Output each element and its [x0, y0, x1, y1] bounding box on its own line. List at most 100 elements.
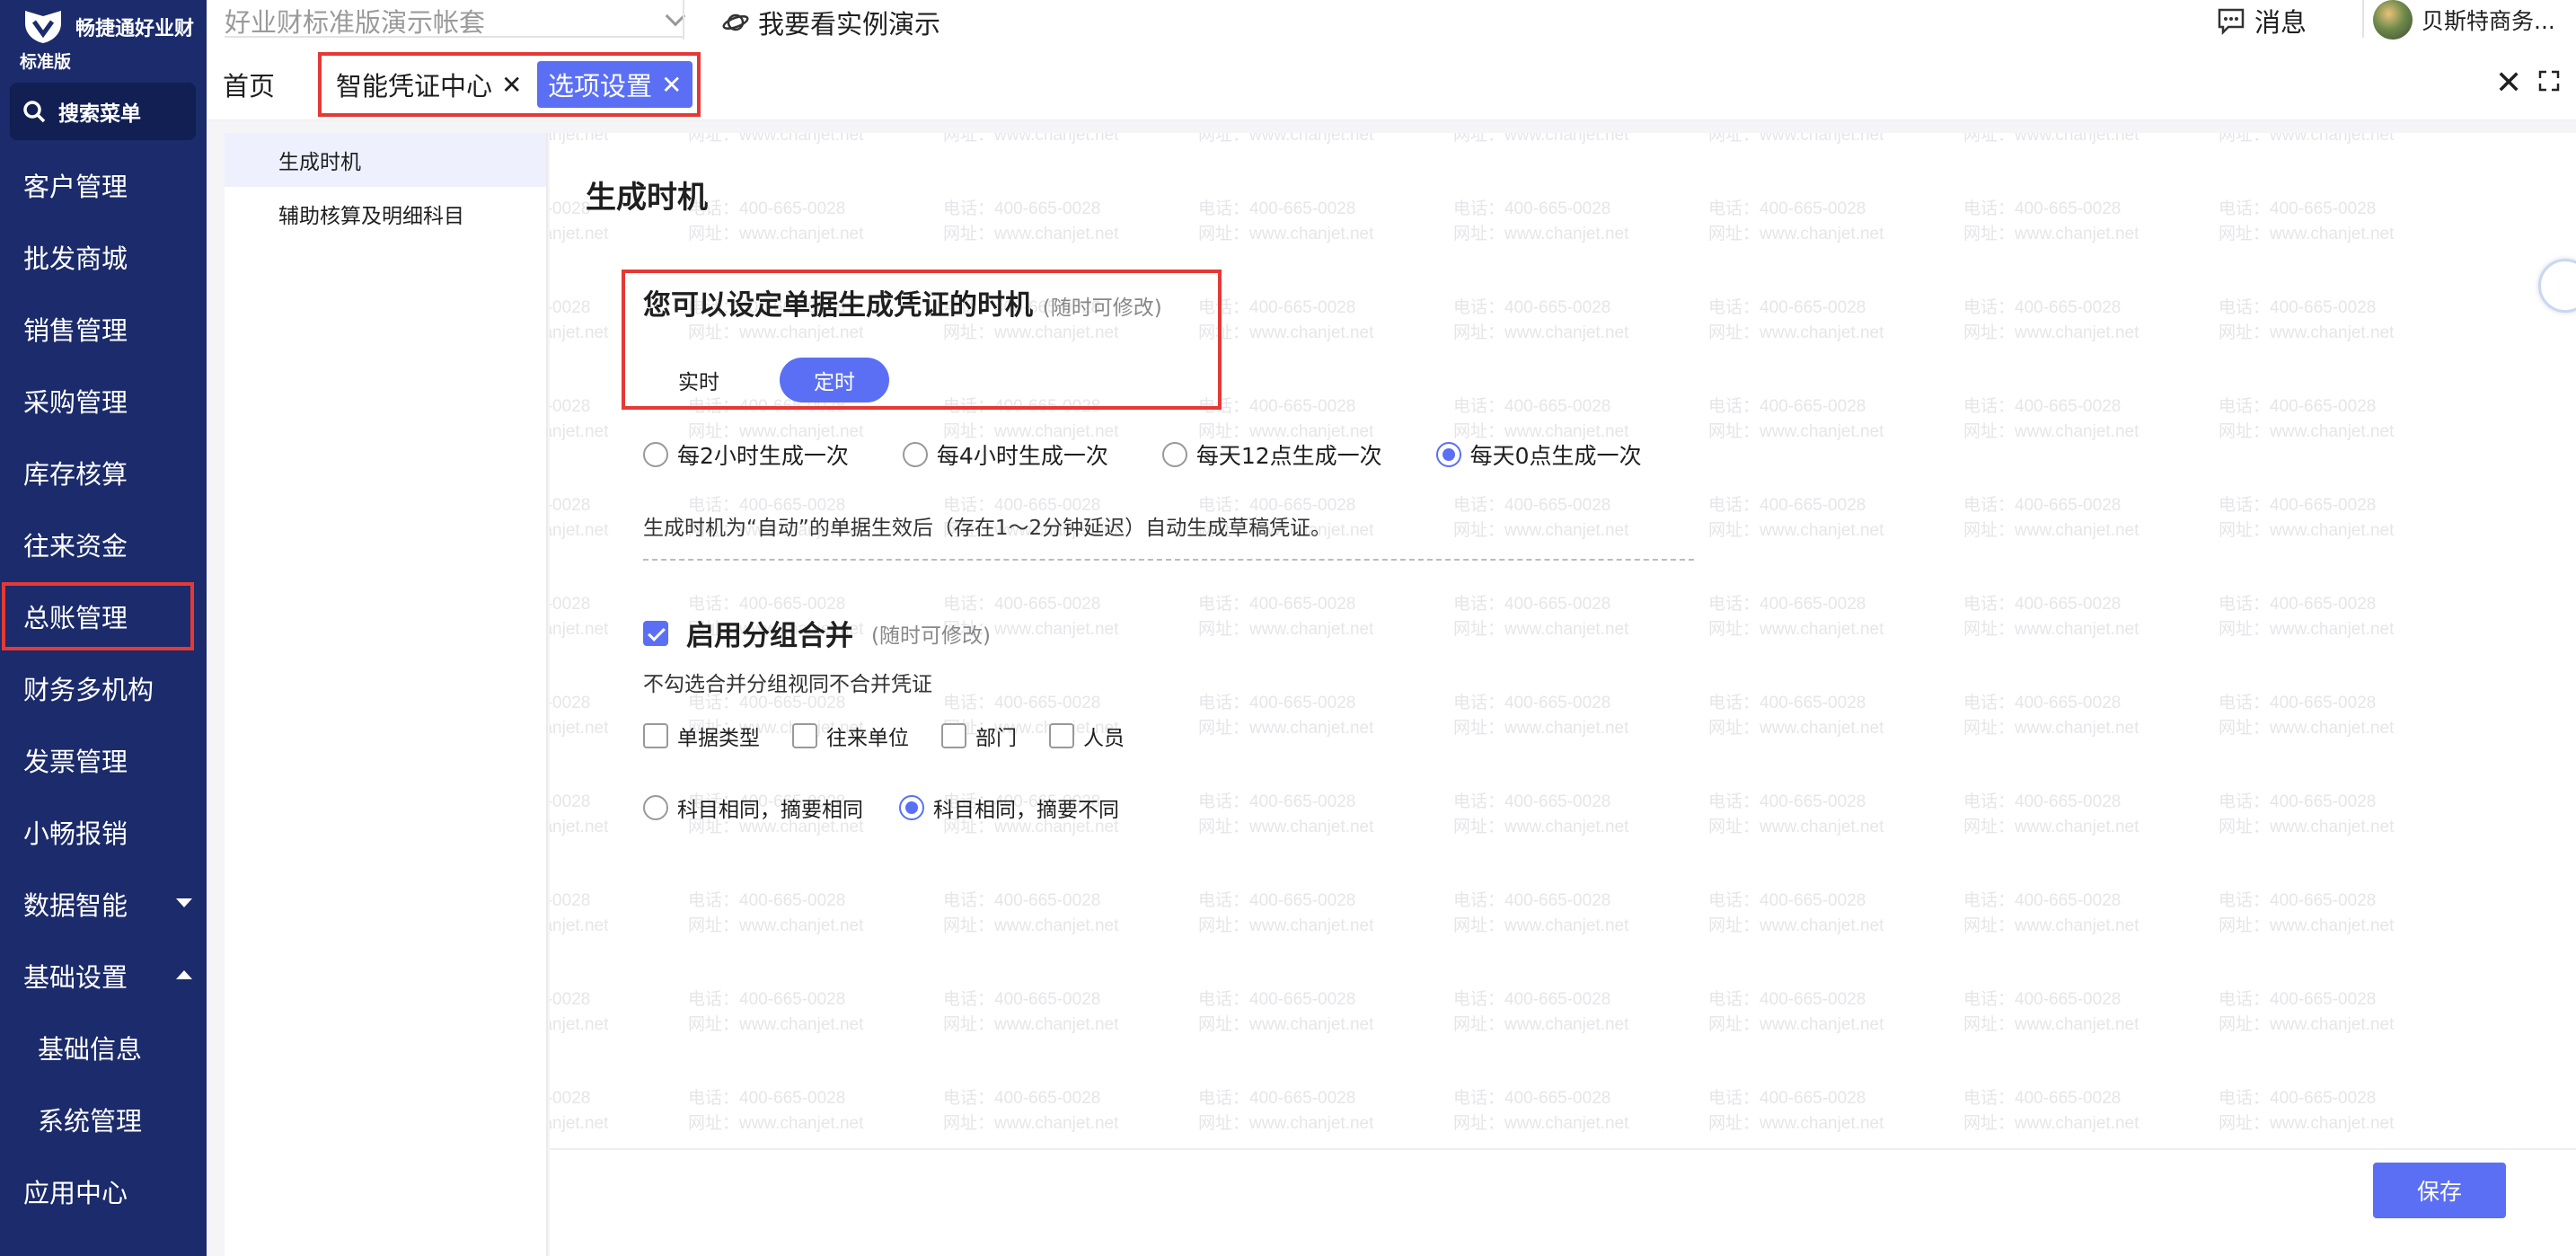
merge-field-doc-type[interactable]: 单据类型	[643, 721, 760, 751]
merge-rule-diff-summary[interactable]: 科目相同，摘要不同	[899, 792, 1119, 823]
sidebar-item-data-intelligence[interactable]: 数据智能	[0, 868, 207, 940]
checkbox[interactable]	[792, 723, 817, 748]
search-menu-button[interactable]: 搜索菜单	[10, 83, 196, 140]
sidebar-item-purchase[interactable]: 采购管理	[0, 365, 207, 437]
watermark-site: 网址：www.chanjet.net	[688, 1113, 864, 1133]
radio-button[interactable]	[643, 442, 668, 467]
section-title: 生成时机	[586, 180, 708, 216]
account-selector[interactable]: 好业财标准版演示帐套	[225, 2, 686, 38]
close-icon[interactable]: ✕	[2495, 65, 2522, 102]
schedule-option-2h[interactable]: 每2小时生成一次	[643, 438, 849, 471]
merge-field-staff[interactable]: 人员	[1049, 721, 1125, 751]
watermark-site: 网址：www.chanjet.net	[1963, 421, 2139, 441]
radio-button[interactable]	[899, 795, 924, 820]
watermark-phone: 电话：400-665-0028	[688, 199, 845, 218]
merge-rule-same-summary[interactable]: 科目相同，摘要相同	[643, 792, 863, 823]
schedule-option-0[interactable]: 每天0点生成一次	[1435, 438, 1642, 471]
sidebar-item-app-center[interactable]: 应用中心	[0, 1155, 207, 1227]
radio-label: 每4小时生成一次	[936, 443, 1108, 469]
tab-home[interactable]: 首页	[212, 61, 286, 108]
watermark-site: 网址：www.chanjet.net	[943, 1014, 1119, 1034]
mode-realtime-button[interactable]: 实时	[652, 358, 745, 402]
watermark-site: 网址：www.chanjet.net	[1963, 718, 2139, 738]
watermark-site: 网址：www.chanjet.net	[1198, 323, 1374, 342]
watermark-site: 网址：www.chanjet.net	[1198, 1014, 1374, 1034]
merge-title: 启用分组合并	[686, 620, 853, 652]
sidebar-item-basic-settings[interactable]: 基础设置	[0, 940, 207, 1012]
sidebar-item-invoice[interactable]: 发票管理	[0, 724, 207, 796]
merge-field-partner[interactable]: 往来单位	[792, 721, 909, 751]
watermark-site: 网址：www.chanjet.net	[688, 915, 864, 935]
sidebar-item-funds[interactable]: 往来资金	[0, 509, 207, 580]
demo-link[interactable]: 我要看实例演示	[722, 4, 940, 41]
content-area: 生成时机 辅助核算及明细科目 电话：400-665-0028 网址：www.cha…	[207, 120, 2576, 1256]
sidebar-item-basic-info[interactable]: 基础信息	[0, 1012, 207, 1084]
watermark-site: 网址：www.chanjet.net	[1708, 915, 1884, 935]
radio-button[interactable]	[1161, 442, 1187, 467]
fullscreen-icon[interactable]	[2538, 70, 2560, 92]
sidebar-item-general-ledger[interactable]: 总账管理	[0, 580, 196, 652]
options-nav-item-timing[interactable]: 生成时机	[225, 133, 546, 187]
sidebar-item-inventory[interactable]: 库存核算	[0, 437, 207, 509]
radio-button[interactable]	[643, 795, 668, 820]
watermark-site: 网址：www.chanjet.net	[2219, 817, 2395, 836]
watermark-site: 网址：www.chanjet.net	[550, 323, 609, 342]
watermark-phone: 电话：400-665-0028	[1453, 989, 1610, 1009]
watermark-site: 网址：www.chanjet.net	[1453, 619, 1629, 639]
checkbox[interactable]	[941, 723, 966, 748]
watermark-site: 网址：www.chanjet.net	[1708, 133, 1884, 145]
assistant-bubble-icon[interactable]	[2538, 259, 2576, 313]
checkbox[interactable]	[1049, 723, 1074, 748]
save-button[interactable]: 保存	[2373, 1163, 2506, 1218]
schedule-option-4h[interactable]: 每4小时生成一次	[902, 438, 1108, 471]
divider	[683, 0, 684, 40]
mode-scheduled-button[interactable]: 定时	[780, 358, 889, 402]
watermark-phone: 电话：400-665-0028	[550, 396, 590, 416]
watermark-phone: 电话：400-665-0028	[1963, 890, 2121, 910]
watermark-phone: 电话：400-665-0028	[1198, 1088, 1355, 1108]
merge-field-department[interactable]: 部门	[941, 721, 1017, 751]
watermark-phone: 电话：400-665-0028	[1453, 297, 1610, 317]
watermark-site: 网址：www.chanjet.net	[2219, 133, 2395, 145]
watermark-phone: 电话：400-665-0028	[1708, 396, 1866, 416]
watermark-phone: 电话：400-665-0028	[1963, 199, 2121, 218]
sidebar-item-customer[interactable]: 客户管理	[0, 149, 207, 221]
watermark-phone: 电话：400-665-0028	[1198, 693, 1355, 712]
radio-label: 科目相同，摘要不同	[933, 799, 1119, 822]
options-nav-item-auxiliary[interactable]: 辅助核算及明细科目	[225, 187, 546, 241]
user-menu[interactable]: 贝斯特商务...	[2373, 0, 2555, 40]
sidebar-item-system-management[interactable]: 系统管理	[0, 1084, 207, 1155]
sidebar-item-multi-org[interactable]: 财务多机构	[0, 652, 207, 724]
watermark-phone: 电话：400-665-0028	[2219, 594, 2376, 614]
logo[interactable]: 畅捷通好业财 标准版	[20, 5, 199, 72]
watermark-phone: 电话：400-665-0028	[1198, 297, 1355, 317]
merge-header: 启用分组合并 (随时可修改)	[643, 613, 991, 653]
chanjet-logo-icon	[25, 11, 61, 43]
footer-divider	[550, 1148, 2576, 1150]
checkbox[interactable]	[643, 723, 668, 748]
settings-panel: 电话：400-665-0028 网址：www.chanjet.net 电话：400-…	[550, 133, 2576, 1256]
schedule-option-12[interactable]: 每天12点生成一次	[1161, 438, 1382, 471]
watermark-phone: 电话：400-665-0028	[1708, 199, 1866, 218]
edition-label: 标准版	[20, 52, 72, 72]
watermark-site: 网址：www.chanjet.net	[2219, 421, 2395, 441]
watermark-phone: 电话：400-665-0028	[943, 1088, 1100, 1108]
sidebar-item-expense[interactable]: 小畅报销	[0, 796, 207, 868]
radio-button[interactable]	[1435, 442, 1461, 467]
timing-note: (随时可修改)	[1042, 296, 1162, 320]
watermark-phone: 电话：400-665-0028	[550, 1088, 590, 1108]
checkbox-label: 单据类型	[677, 727, 760, 750]
watermark-site: 网址：www.chanjet.net	[1963, 1014, 2139, 1034]
merge-description: 不勾选合并分组视同不合并凭证	[643, 673, 932, 696]
watermark-phone: 电话：400-665-0028	[688, 890, 845, 910]
watermark-site: 网址：www.chanjet.net	[1963, 133, 2139, 145]
watermark-phone: 电话：400-665-0028	[1963, 1088, 2121, 1108]
merge-enable-checkbox[interactable]	[643, 620, 668, 646]
messages-button[interactable]: 消息	[2217, 2, 2307, 40]
sidebar-item-wholesale-mall[interactable]: 批发商城	[0, 221, 207, 293]
sidebar-item-sales[interactable]: 销售管理	[0, 293, 207, 365]
watermark-site: 网址：www.chanjet.net	[943, 133, 1119, 145]
watermark-phone: 电话：400-665-0028	[2219, 297, 2376, 317]
radio-button[interactable]	[902, 442, 928, 467]
watermark-site: 网址：www.chanjet.net	[550, 915, 609, 935]
